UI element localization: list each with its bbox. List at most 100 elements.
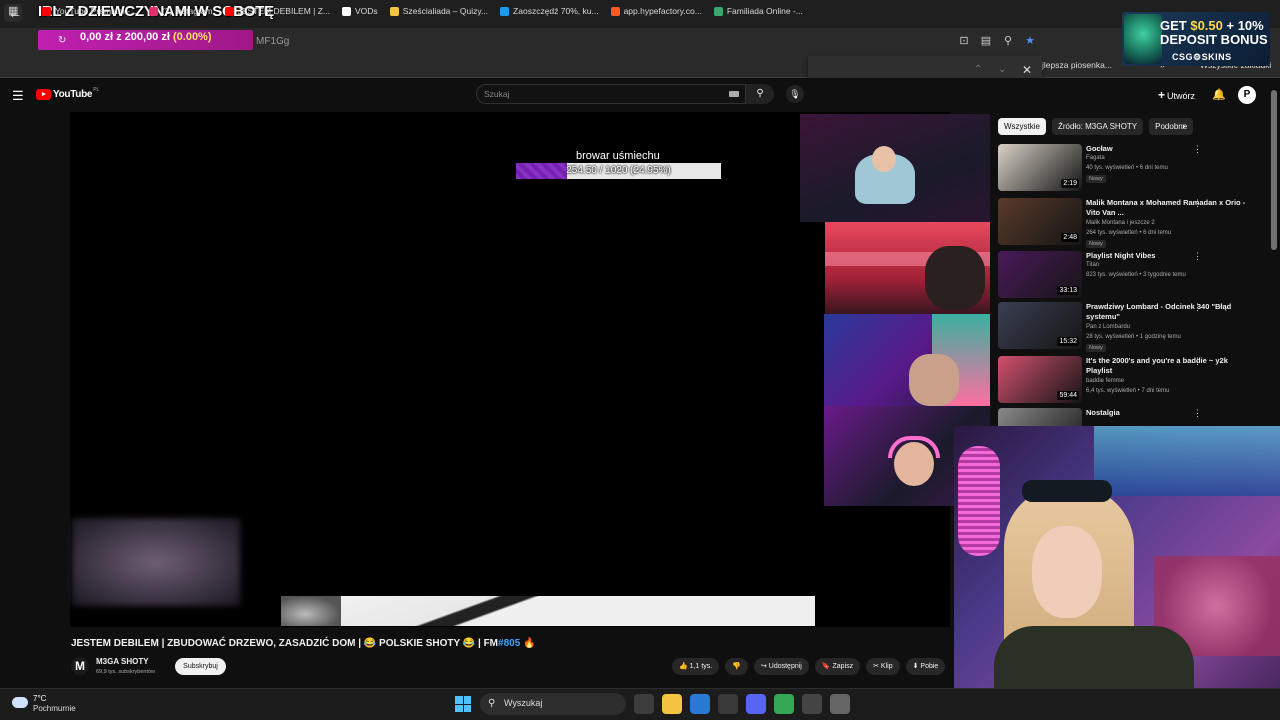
taskbar-app-icon[interactable] xyxy=(830,694,850,714)
more-options-icon[interactable]: ⋮ xyxy=(1193,144,1202,155)
chip-similar[interactable]: Podobne xyxy=(1149,118,1194,135)
bookmark-star-icon[interactable]: ★ xyxy=(1022,33,1038,49)
bell-icon[interactable]: 🔔 xyxy=(1212,88,1226,101)
bookmark-item[interactable]: Familiada Online -... xyxy=(708,4,809,18)
scrollbar[interactable] xyxy=(1271,90,1277,250)
search-input[interactable] xyxy=(476,84,746,104)
bookmark-item[interactable]: JESTEM DEBILEM | Z... xyxy=(219,4,336,18)
bookmark-item[interactable]: app.hypefactory.co... xyxy=(605,4,708,18)
search-icon: ⚲ xyxy=(488,698,496,709)
video-thumbnail[interactable]: 2:48 xyxy=(998,198,1082,245)
install-icon[interactable]: ⊡ xyxy=(956,33,972,49)
weather-description[interactable]: Pochmurnie xyxy=(33,704,76,713)
reload-icon[interactable]: ↻ xyxy=(58,35,66,46)
promo-headline: GET $0.50 + 10% xyxy=(1160,18,1264,33)
taskbar-app-icon[interactable] xyxy=(690,694,710,714)
bookmark-item[interactable]: jlepsza piosenka... xyxy=(1042,60,1112,70)
chevron-right-icon[interactable]: › xyxy=(1182,121,1185,132)
recommended-video[interactable]: 2:19 Gocław Fagata 40 tys. wyświetleń • 6 d… xyxy=(998,144,1268,192)
hashtag-link[interactable]: #805 xyxy=(498,638,520,649)
weather-temperature[interactable]: 7°C xyxy=(33,694,46,703)
chevron-up-icon[interactable]: ⌃ xyxy=(974,64,982,75)
youtube-logo[interactable]: YouTube PL xyxy=(36,87,99,100)
recommended-video-title[interactable]: Playlist Night Vibes xyxy=(1086,251,1246,261)
chip-source[interactable]: Źródło: M3GA SHOTY xyxy=(1052,118,1144,135)
bookmark-item[interactable]: (2) Instagram xyxy=(143,4,219,18)
channel-name[interactable]: M3GA SHOTY xyxy=(96,657,149,666)
zoom-icon[interactable]: ⚲ xyxy=(1000,33,1016,49)
bookmark-item[interactable]: YouTube Premium -... xyxy=(36,4,143,18)
more-options-icon[interactable]: ⋮ xyxy=(1193,356,1202,367)
bookmark-item[interactable]: Zaoszczędź 70%, ku... xyxy=(494,4,605,18)
recommended-video[interactable]: 2:48 Malik Montana x Mohamed Ramadan x Or… xyxy=(998,198,1268,248)
recommended-video-title[interactable]: Nostalgia xyxy=(1086,408,1246,418)
more-options-icon[interactable]: ⋮ xyxy=(1193,408,1202,419)
recommended-channel[interactable]: Titan xyxy=(1086,262,1099,268)
taskbar-app-icon[interactable] xyxy=(634,694,654,714)
recommended-channel[interactable]: Malik Montana i jeszcze 2 xyxy=(1086,220,1155,226)
address-bar[interactable]: MF1Gg xyxy=(256,36,289,47)
chevron-down-icon[interactable]: ⌄ xyxy=(998,64,1006,75)
shoe-image xyxy=(281,596,341,626)
webcam-feed xyxy=(800,114,990,222)
create-button[interactable]: + Utwórz xyxy=(1158,88,1195,102)
hamburger-menu-icon[interactable]: ☰ xyxy=(12,88,24,104)
recommended-video-title[interactable]: Prawdziwy Lombard - Odcinek 340 "Błąd sy… xyxy=(1086,302,1246,322)
taskbar-app-icon[interactable] xyxy=(802,694,822,714)
clip-button[interactable]: ✂ Klip xyxy=(866,658,900,675)
new-badge: Nowy xyxy=(1086,175,1106,183)
page-icon[interactable]: ▤ xyxy=(978,33,994,49)
recommended-video[interactable]: Nostalgia ⋮ xyxy=(998,408,1268,426)
recommended-video-title[interactable]: Malik Montana x Mohamed Ramadan x Orio -… xyxy=(1086,198,1246,218)
avatar[interactable]: P xyxy=(1238,86,1256,104)
more-options-icon[interactable]: ⋮ xyxy=(1193,251,1202,262)
windows-start-icon[interactable] xyxy=(455,696,471,712)
recommended-video[interactable]: 59:44 It's the 2000's and you're a baddie… xyxy=(998,356,1268,404)
cloud-icon[interactable] xyxy=(12,697,28,708)
recommended-channel[interactable]: baddie femme xyxy=(1086,378,1124,384)
recommended-channel[interactable]: Fagata xyxy=(1086,155,1105,161)
save-button[interactable]: 🔖 Zapisz xyxy=(814,658,861,675)
video-thumbnail[interactable]: 33:13 xyxy=(998,251,1082,298)
donation-goal-text: 0,00 zł z 200,00 zł (0.00%) xyxy=(80,31,212,43)
taskbar-search-input[interactable] xyxy=(480,693,626,715)
share-button[interactable]: ↪ Udostępnij xyxy=(753,658,809,675)
recommended-video-title[interactable]: It's the 2000's and you're a baddie ~ y2… xyxy=(1086,356,1246,376)
keyboard-icon[interactable] xyxy=(729,91,739,97)
recommended-meta: 40 tys. wyświetleń • 6 dni temu xyxy=(1086,165,1168,171)
dislike-button[interactable]: 👎 xyxy=(725,658,748,675)
subscribe-button[interactable]: Subskrybuj xyxy=(175,658,226,675)
close-icon[interactable]: ✕ xyxy=(1022,63,1032,77)
download-button[interactable]: ⬇ Pobie xyxy=(905,658,946,675)
new-badge: Nowy xyxy=(1086,344,1106,352)
taskbar-app-icon[interactable] xyxy=(662,694,682,714)
video-duration: 15:32 xyxy=(1057,337,1079,346)
microphone-icon[interactable]: 🎙 xyxy=(786,85,804,103)
video-thumbnail[interactable]: 59:44 xyxy=(998,356,1082,403)
taskbar-app-icon[interactable] xyxy=(718,694,738,714)
video-thumbnail[interactable]: 15:32 xyxy=(998,302,1082,349)
chip-all[interactable]: Wszystkie xyxy=(998,118,1046,135)
taskbar-app-icon[interactable] xyxy=(746,694,766,714)
recommended-video[interactable]: 15:32 Prawdziwy Lombard - Odcinek 340 "Bł… xyxy=(998,302,1268,352)
more-options-icon[interactable]: ⋮ xyxy=(1193,198,1202,209)
bookmark-item[interactable]: Sześcialiada – Quizy... xyxy=(384,4,494,18)
search-button[interactable]: ⚲ xyxy=(746,84,774,104)
apps-grid-icon[interactable]: ▦ xyxy=(8,4,18,17)
video-duration: 33:13 xyxy=(1057,286,1079,295)
video-thumbnail[interactable]: 2:19 xyxy=(998,144,1082,191)
more-options-icon[interactable]: ⋮ xyxy=(1193,302,1202,313)
promo-banner[interactable]: GET $0.50 + 10% DEPOSIT BONUS CSG⚙SKINS xyxy=(1122,12,1270,66)
video-thumbnail[interactable] xyxy=(998,408,1082,426)
recommended-video-title[interactable]: Gocław xyxy=(1086,144,1246,154)
like-button[interactable]: 👍 1,1 tys. xyxy=(672,658,720,675)
recommended-video[interactable]: 33:13 Playlist Night Vibes Titan 823 tys. w… xyxy=(998,251,1268,299)
goal-progress-text: 254.50 / 1020 (24.95%) xyxy=(566,165,671,176)
bookmark-item[interactable]: VODs xyxy=(336,4,384,18)
taskbar-app-icon[interactable] xyxy=(774,694,794,714)
recommended-channel[interactable]: Pan z Lombardu xyxy=(1086,324,1130,330)
channel-avatar[interactable]: M xyxy=(71,657,89,675)
promo-subline: DEPOSIT BONUS xyxy=(1160,32,1268,47)
taskbar-apps xyxy=(634,694,850,714)
subscriber-count: 69,9 tys. subskrybentów xyxy=(96,669,156,675)
